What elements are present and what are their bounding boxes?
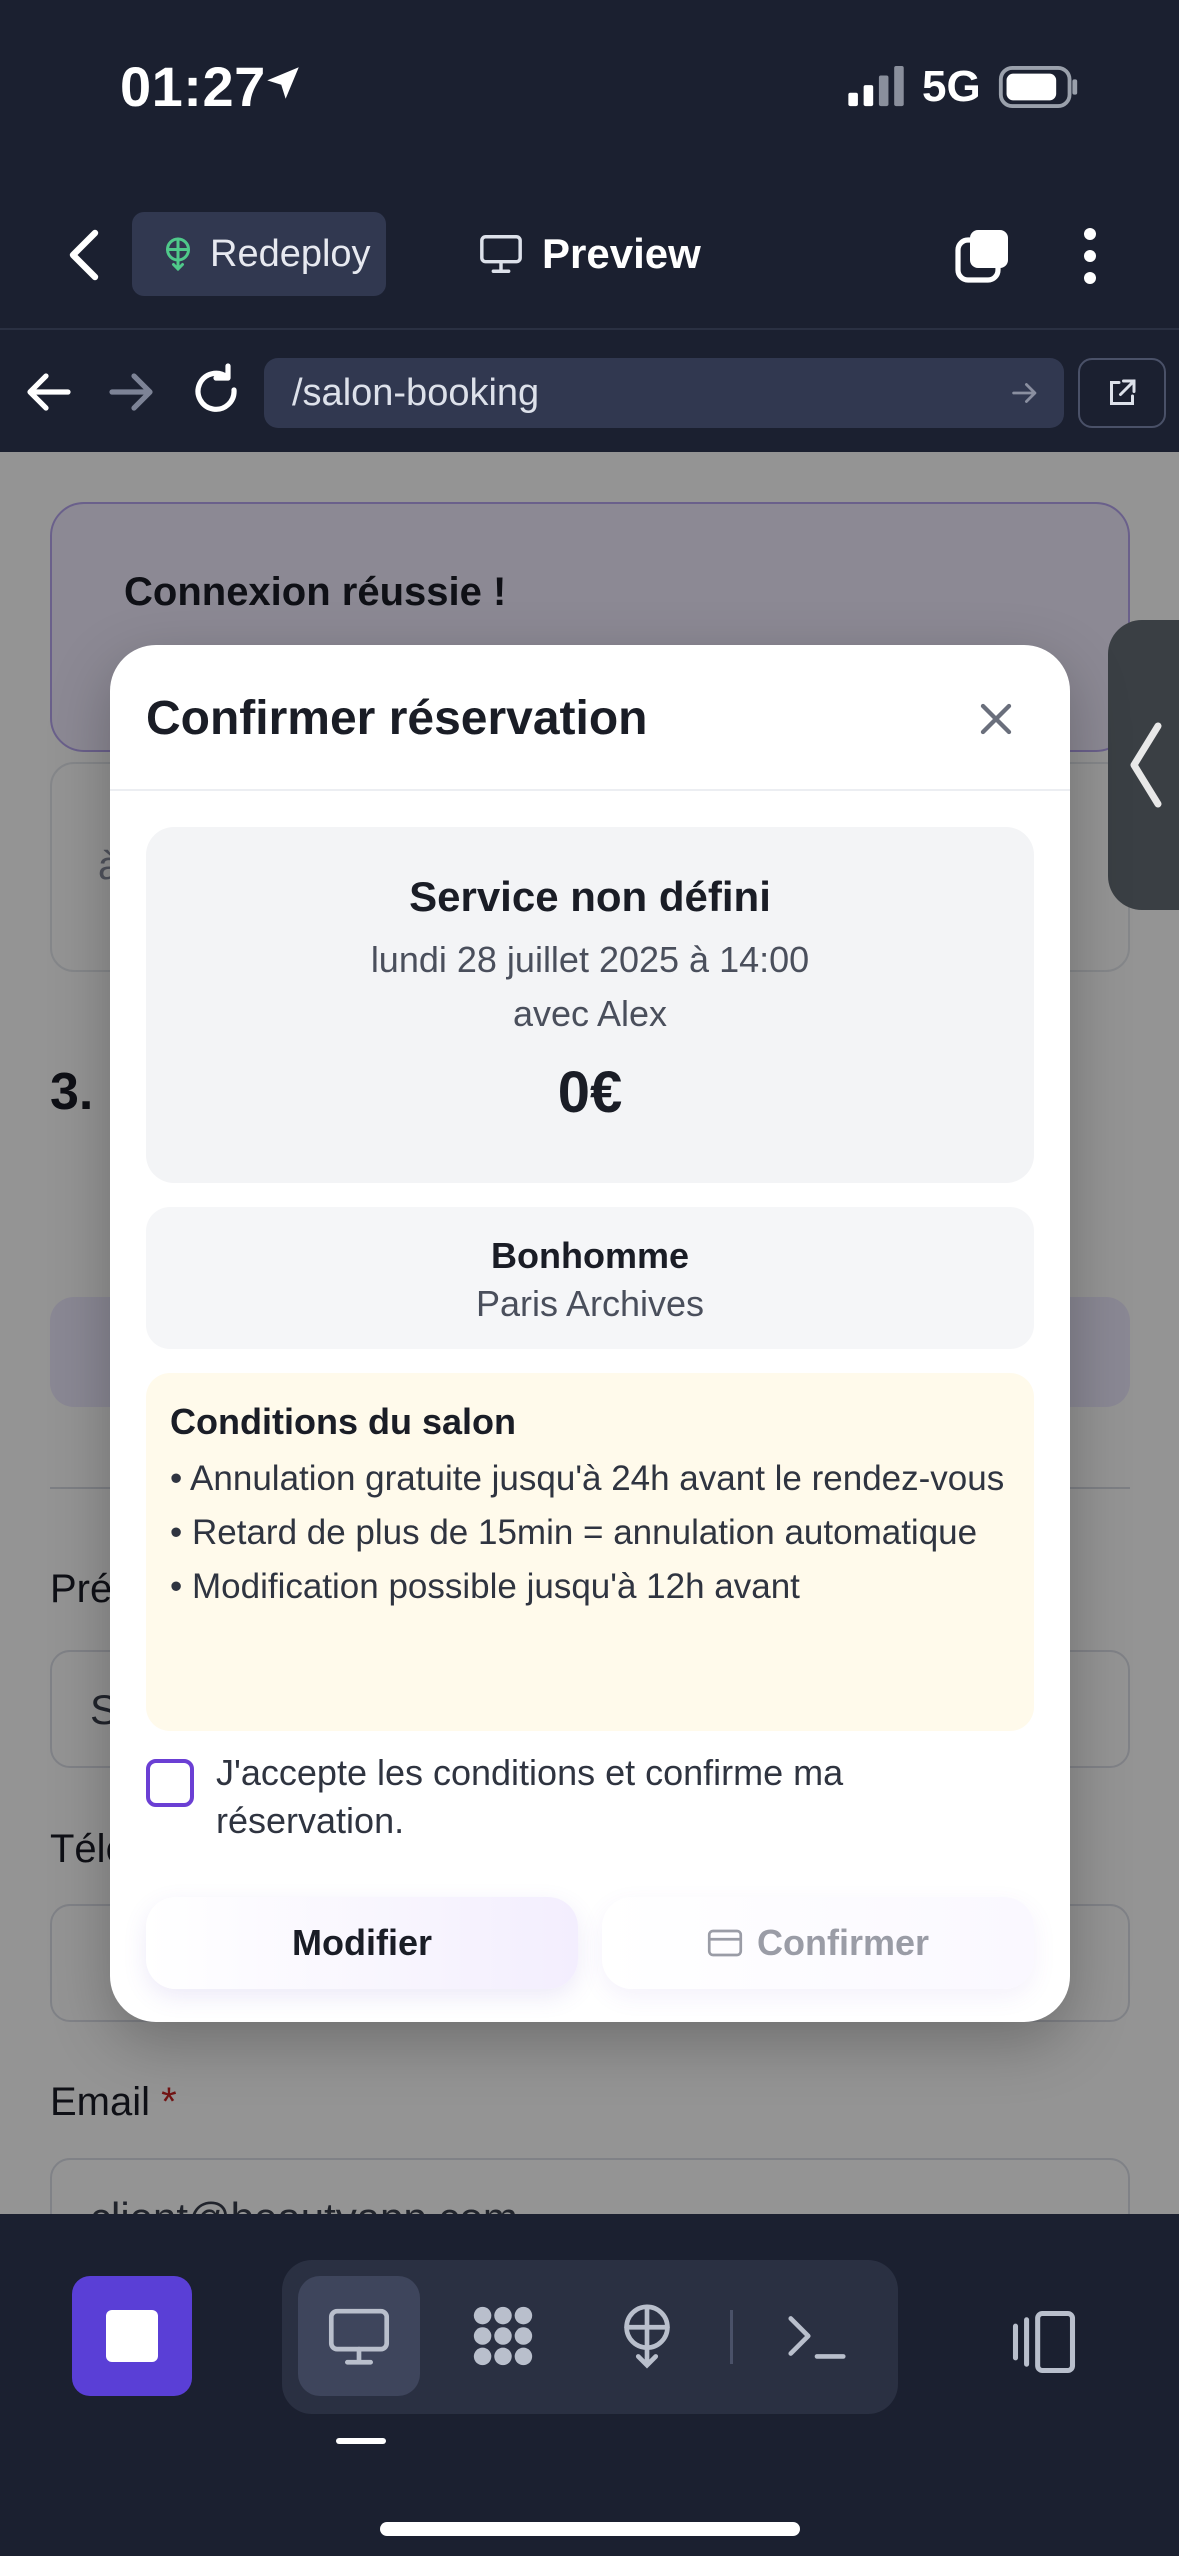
accept-conditions[interactable]: J'accepte les conditions et confirme ma … — [146, 1749, 1034, 1849]
chevron-left-icon — [1130, 722, 1162, 808]
terminal-icon — [788, 2316, 846, 2359]
accept-label[interactable]: J'accepte les conditions et confirme ma … — [216, 1749, 1016, 1845]
preview-label: Preview — [542, 230, 701, 277]
confirm-label: Confirmer — [756, 1922, 930, 1963]
tool-switcher — [282, 2260, 898, 2414]
app-bar: Redeploy Preview — [0, 180, 1179, 330]
condition-item: • Annulation gratuite jusqu'à 24h avant … — [170, 1459, 1005, 1498]
network-type: 5G — [922, 62, 981, 111]
home-indicator[interactable] — [380, 2522, 800, 2536]
salon-address: Paris Archives — [475, 1283, 705, 1324]
more-vertical-icon[interactable] — [1070, 226, 1110, 286]
modal-title: Confirmer réservation — [146, 692, 648, 745]
service-name: Service non défini — [409, 873, 771, 920]
layout-toggle-icon[interactable] — [1006, 2304, 1082, 2380]
modify-button[interactable]: Modifier — [146, 1897, 578, 1989]
back-arrow-icon[interactable] — [16, 360, 80, 424]
side-panel-handle[interactable] — [1108, 620, 1179, 910]
close-icon[interactable] — [970, 693, 1022, 745]
booking-date: lundi 28 juillet 2025 à 14:00 — [370, 939, 810, 980]
redeploy-icon — [166, 237, 190, 272]
url-bar: /salon-booking — [0, 332, 1179, 452]
stop-button[interactable] — [72, 2276, 192, 2396]
status-time: 01:27 — [120, 55, 266, 118]
open-external-button[interactable] — [1078, 358, 1166, 428]
back-chevron-icon[interactable] — [60, 225, 110, 285]
modify-label: Modifier — [292, 1922, 432, 1963]
modal-header: Confirmer réservation — [110, 645, 1070, 791]
deploy-tool-button[interactable] — [586, 2276, 708, 2396]
go-arrow-icon[interactable] — [1008, 376, 1042, 410]
confirm-booking-modal: Confirmer réservation Service non défini… — [110, 645, 1070, 2022]
apps-grid-icon — [473, 2306, 533, 2366]
stylist-name: avec Alex — [512, 993, 668, 1034]
signal-icon — [848, 66, 904, 107]
salon-info: Bonhomme Paris Archives — [146, 1207, 1034, 1349]
terminal-tool-button[interactable] — [756, 2276, 878, 2396]
condition-item: • Modification possible jusqu'à 12h avan… — [170, 1567, 800, 1606]
tabs-icon[interactable] — [952, 226, 1012, 286]
deploy-icon — [624, 2304, 670, 2369]
confirm-button[interactable]: Confirmer — [602, 1897, 1034, 1989]
redeploy-label: Redeploy — [210, 232, 371, 275]
redeploy-button[interactable]: Redeploy — [132, 212, 386, 296]
bottom-toolbar — [0, 2214, 1179, 2556]
booking-summary: Service non défini lundi 28 juillet 2025… — [146, 827, 1034, 1183]
monitor-icon — [480, 235, 522, 273]
accept-checkbox[interactable] — [146, 1759, 194, 1807]
reload-icon[interactable] — [184, 360, 248, 424]
preview-monitor-icon — [328, 2308, 390, 2365]
condition-item: • Retard de plus de 15min = annulation a… — [170, 1513, 978, 1552]
external-link-icon — [1110, 379, 1136, 405]
booking-price: 0€ — [557, 1060, 623, 1125]
credit-card-icon — [707, 1929, 743, 1957]
active-tab-indicator — [336, 2438, 386, 2444]
battery-icon — [998, 66, 1078, 108]
url-input[interactable]: /salon-booking — [264, 358, 1064, 428]
conditions-list: • Annulation gratuite jusqu'à 24h avant … — [170, 1455, 1010, 1617]
toolbar-separator — [730, 2310, 733, 2364]
conditions-title: Conditions du salon — [170, 1401, 516, 1442]
url-text: /salon-booking — [292, 371, 540, 414]
preview-tab[interactable]: Preview — [478, 212, 701, 296]
salon-name: Bonhomme — [491, 1235, 689, 1276]
forward-arrow-icon[interactable] — [100, 360, 164, 424]
salon-conditions: Conditions du salon • Annulation gratuit… — [146, 1373, 1034, 1731]
status-bar: 01:27 5G — [0, 0, 1179, 180]
preview-tool-button[interactable] — [298, 2276, 420, 2396]
location-arrow-icon — [267, 67, 299, 99]
apps-tool-button[interactable] — [442, 2276, 564, 2396]
